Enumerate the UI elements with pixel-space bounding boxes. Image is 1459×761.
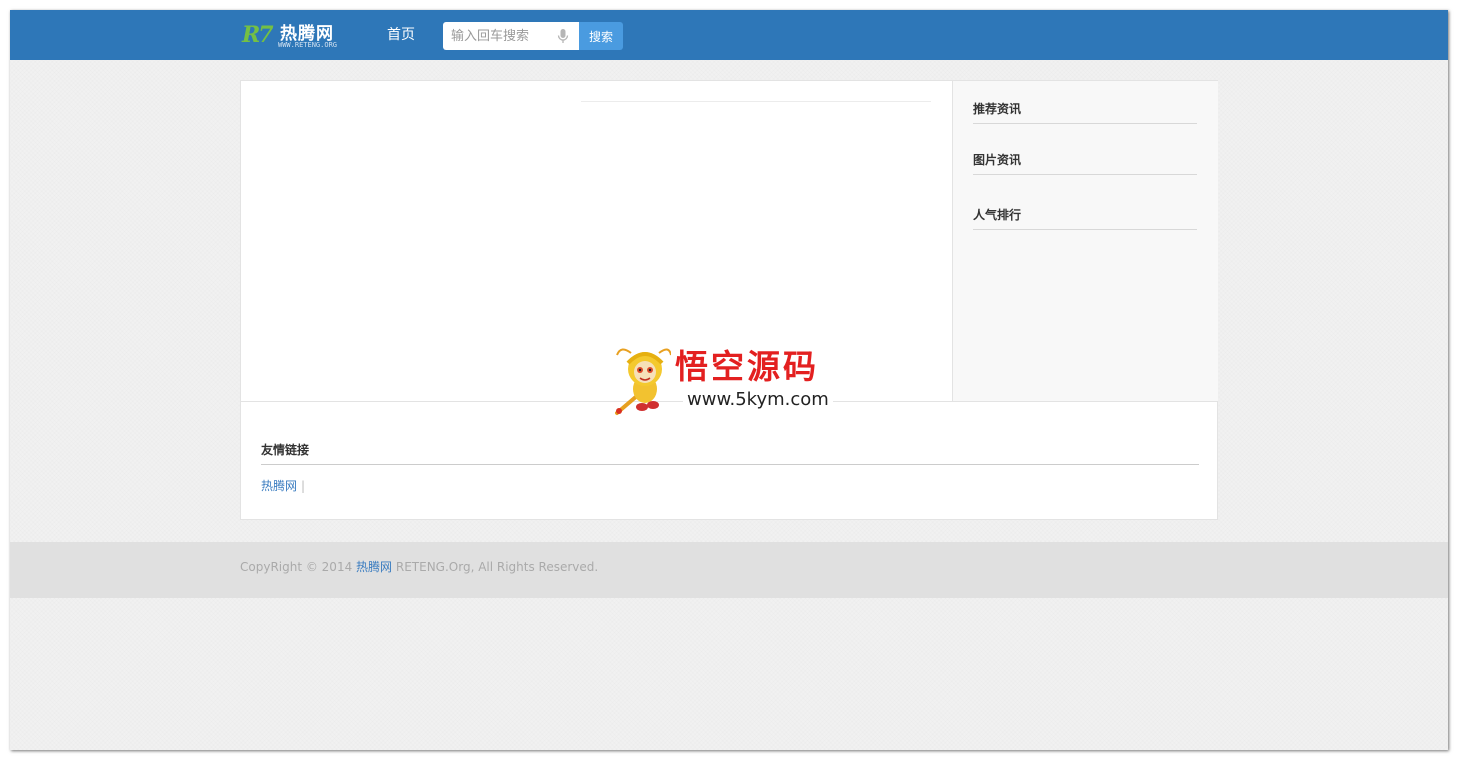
microphone-icon[interactable] xyxy=(556,28,570,44)
link-separator: | xyxy=(301,479,306,493)
top-nav-bar: R7 热腾网 WWW.RETENG.ORG 首页 搜索 xyxy=(10,10,1448,60)
sidebar-title-picture-news: 图片资讯 xyxy=(973,152,1197,175)
logo-url: WWW.RETENG.ORG xyxy=(278,41,338,49)
sidebar-title-popular: 人气排行 xyxy=(973,207,1197,230)
watermark: 悟空源码 www.5kym.com xyxy=(615,345,845,417)
logo-mark: R7 xyxy=(242,22,274,48)
sidebar: 推荐资讯 图片资讯 人气排行 xyxy=(952,81,1218,401)
friend-links-title: 友情链接 xyxy=(261,442,1199,465)
nav-home-link[interactable]: 首页 xyxy=(387,26,415,44)
watermark-title: 悟空源码 xyxy=(675,347,819,386)
content-divider xyxy=(581,101,931,102)
footer-site-link[interactable]: 热腾网 xyxy=(356,560,392,574)
content-area xyxy=(241,81,952,401)
copyright-prefix: CopyRight © 2014 xyxy=(240,560,357,574)
friend-link-reteng[interactable]: 热腾网 xyxy=(261,479,297,493)
monkey-king-icon xyxy=(615,348,671,415)
main-panel: 推荐资讯 图片资讯 人气排行 友情链接 热腾网 | xyxy=(240,80,1218,520)
site-logo[interactable]: R7 热腾网 WWW.RETENG.ORG xyxy=(240,18,350,52)
watermark-url: www.5kym.com xyxy=(683,389,833,411)
friend-links-list: 热腾网 | xyxy=(261,478,305,494)
browser-page: R7 热腾网 WWW.RETENG.ORG 首页 搜索 推荐资讯 图片资讯 人气… xyxy=(10,10,1448,750)
copyright-text: CopyRight © 2014 热腾网 RETENG.Org, All Rig… xyxy=(240,559,598,575)
search-button[interactable]: 搜索 xyxy=(579,22,623,50)
copyright-suffix: RETENG.Org, All Rights Reserved. xyxy=(392,560,599,574)
footer: CopyRight © 2014 热腾网 RETENG.Org, All Rig… xyxy=(10,542,1448,598)
sidebar-title-recommended: 推荐资讯 xyxy=(973,101,1197,124)
